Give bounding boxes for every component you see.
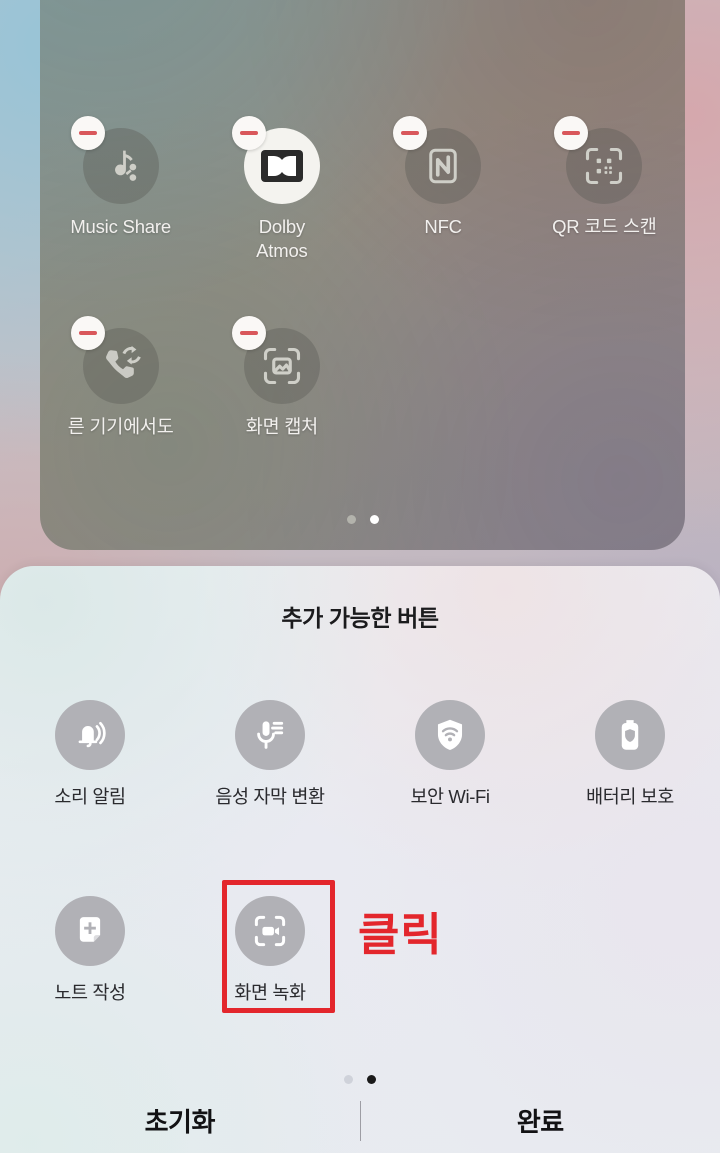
tile-label-line2: Atmos [256,240,308,262]
sheet-title: 추가 가능한 버튼 [281,605,439,631]
available-button-label: 보안 Wi-Fi [410,786,490,807]
pager-dot-2-active[interactable] [369,515,379,524]
quick-settings-tile-music-share[interactable]: Music Share [40,116,201,264]
live-caption-icon [235,700,305,770]
quick-settings-tile-nfc[interactable]: NFC [363,116,524,264]
remove-badge[interactable] [70,116,105,150]
create-note-icon [55,896,125,966]
screen-recorder-icon [235,896,305,966]
secure-wifi-icon [415,700,485,770]
quick-settings-edit-panel: Quick Share Kids 멀티 컨트롤 모드 [40,0,685,550]
tile-label: Dolby Atmos [256,215,308,264]
tile-label-line1: Dolby [258,216,306,237]
quick-settings-tile-screen-capture[interactable]: 화면 캡처 [201,316,362,439]
available-buttons-sheet: 추가 가능한 버튼 소리 알림 음성 자막 변환 보안 Wi-Fi 배터리 보호… [0,566,720,1153]
available-button-label: 배터리 보호 [586,786,674,807]
available-button-label: 음성 자막 변환 [215,786,325,807]
quick-settings-tile-empty [363,328,524,439]
available-button-empty [540,896,720,1005]
pager-dot-2-active[interactable] [367,1075,376,1084]
sound-notification-icon [55,700,125,770]
reset-button[interactable]: 초기화 [0,1102,360,1139]
remove-badge[interactable] [231,316,266,350]
quick-settings-row-2: Music Share Dolby Atmos NFC QR 코드 스캔 [40,116,685,264]
remove-badge[interactable] [393,116,428,150]
tile-label: 른 기기에서도 [67,416,174,437]
phone-screen: Quick Share Kids 멀티 컨트롤 모드 [0,0,720,1153]
available-button-label: 노트 작성 [54,982,126,1003]
sheet-footer: 초기화 완료 [0,1088,720,1153]
available-button-sound-notification[interactable]: 소리 알림 [0,700,180,809]
available-button-live-caption[interactable]: 음성 자막 변환 [180,700,360,809]
battery-protection-icon [595,700,665,770]
pager-dot-1[interactable] [346,515,356,524]
quick-settings-row-3: 른 기기에서도 화면 캡처 [40,316,685,439]
tile-label: NFC [424,216,462,237]
top-panel-pager[interactable] [40,515,685,524]
available-button-create-note[interactable]: 노트 작성 [0,896,180,1005]
quick-settings-tile-dolby-atmos[interactable]: Dolby Atmos [201,116,362,264]
click-annotation-label: 클릭 [358,908,443,961]
quick-settings-tile-empty [524,328,685,439]
available-buttons-row-1: 소리 알림 음성 자막 변환 보안 Wi-Fi 배터리 보호 [0,700,720,809]
available-button-label: 화면 녹화 [234,982,306,1003]
done-button[interactable]: 완료 [361,1102,720,1139]
available-button-secure-wifi[interactable]: 보안 Wi-Fi [360,700,540,809]
tile-label: QR 코드 스캔 [552,216,657,237]
tile-label: 화면 캡처 [245,416,318,437]
quick-settings-tile-call-continuity[interactable]: 른 기기에서도 [40,316,201,439]
available-button-label: 소리 알림 [54,786,126,807]
remove-badge[interactable] [231,116,266,150]
remove-badge[interactable] [70,316,105,350]
bottom-panel-pager[interactable] [0,1075,720,1084]
pager-dot-1[interactable] [344,1075,353,1084]
available-button-screen-recorder[interactable]: 화면 녹화 [180,896,360,1005]
tile-label: Music Share [70,216,171,237]
quick-settings-tile-qr-code-scan[interactable]: QR 코드 스캔 [524,116,685,264]
available-button-battery-protection[interactable]: 배터리 보호 [540,700,720,809]
